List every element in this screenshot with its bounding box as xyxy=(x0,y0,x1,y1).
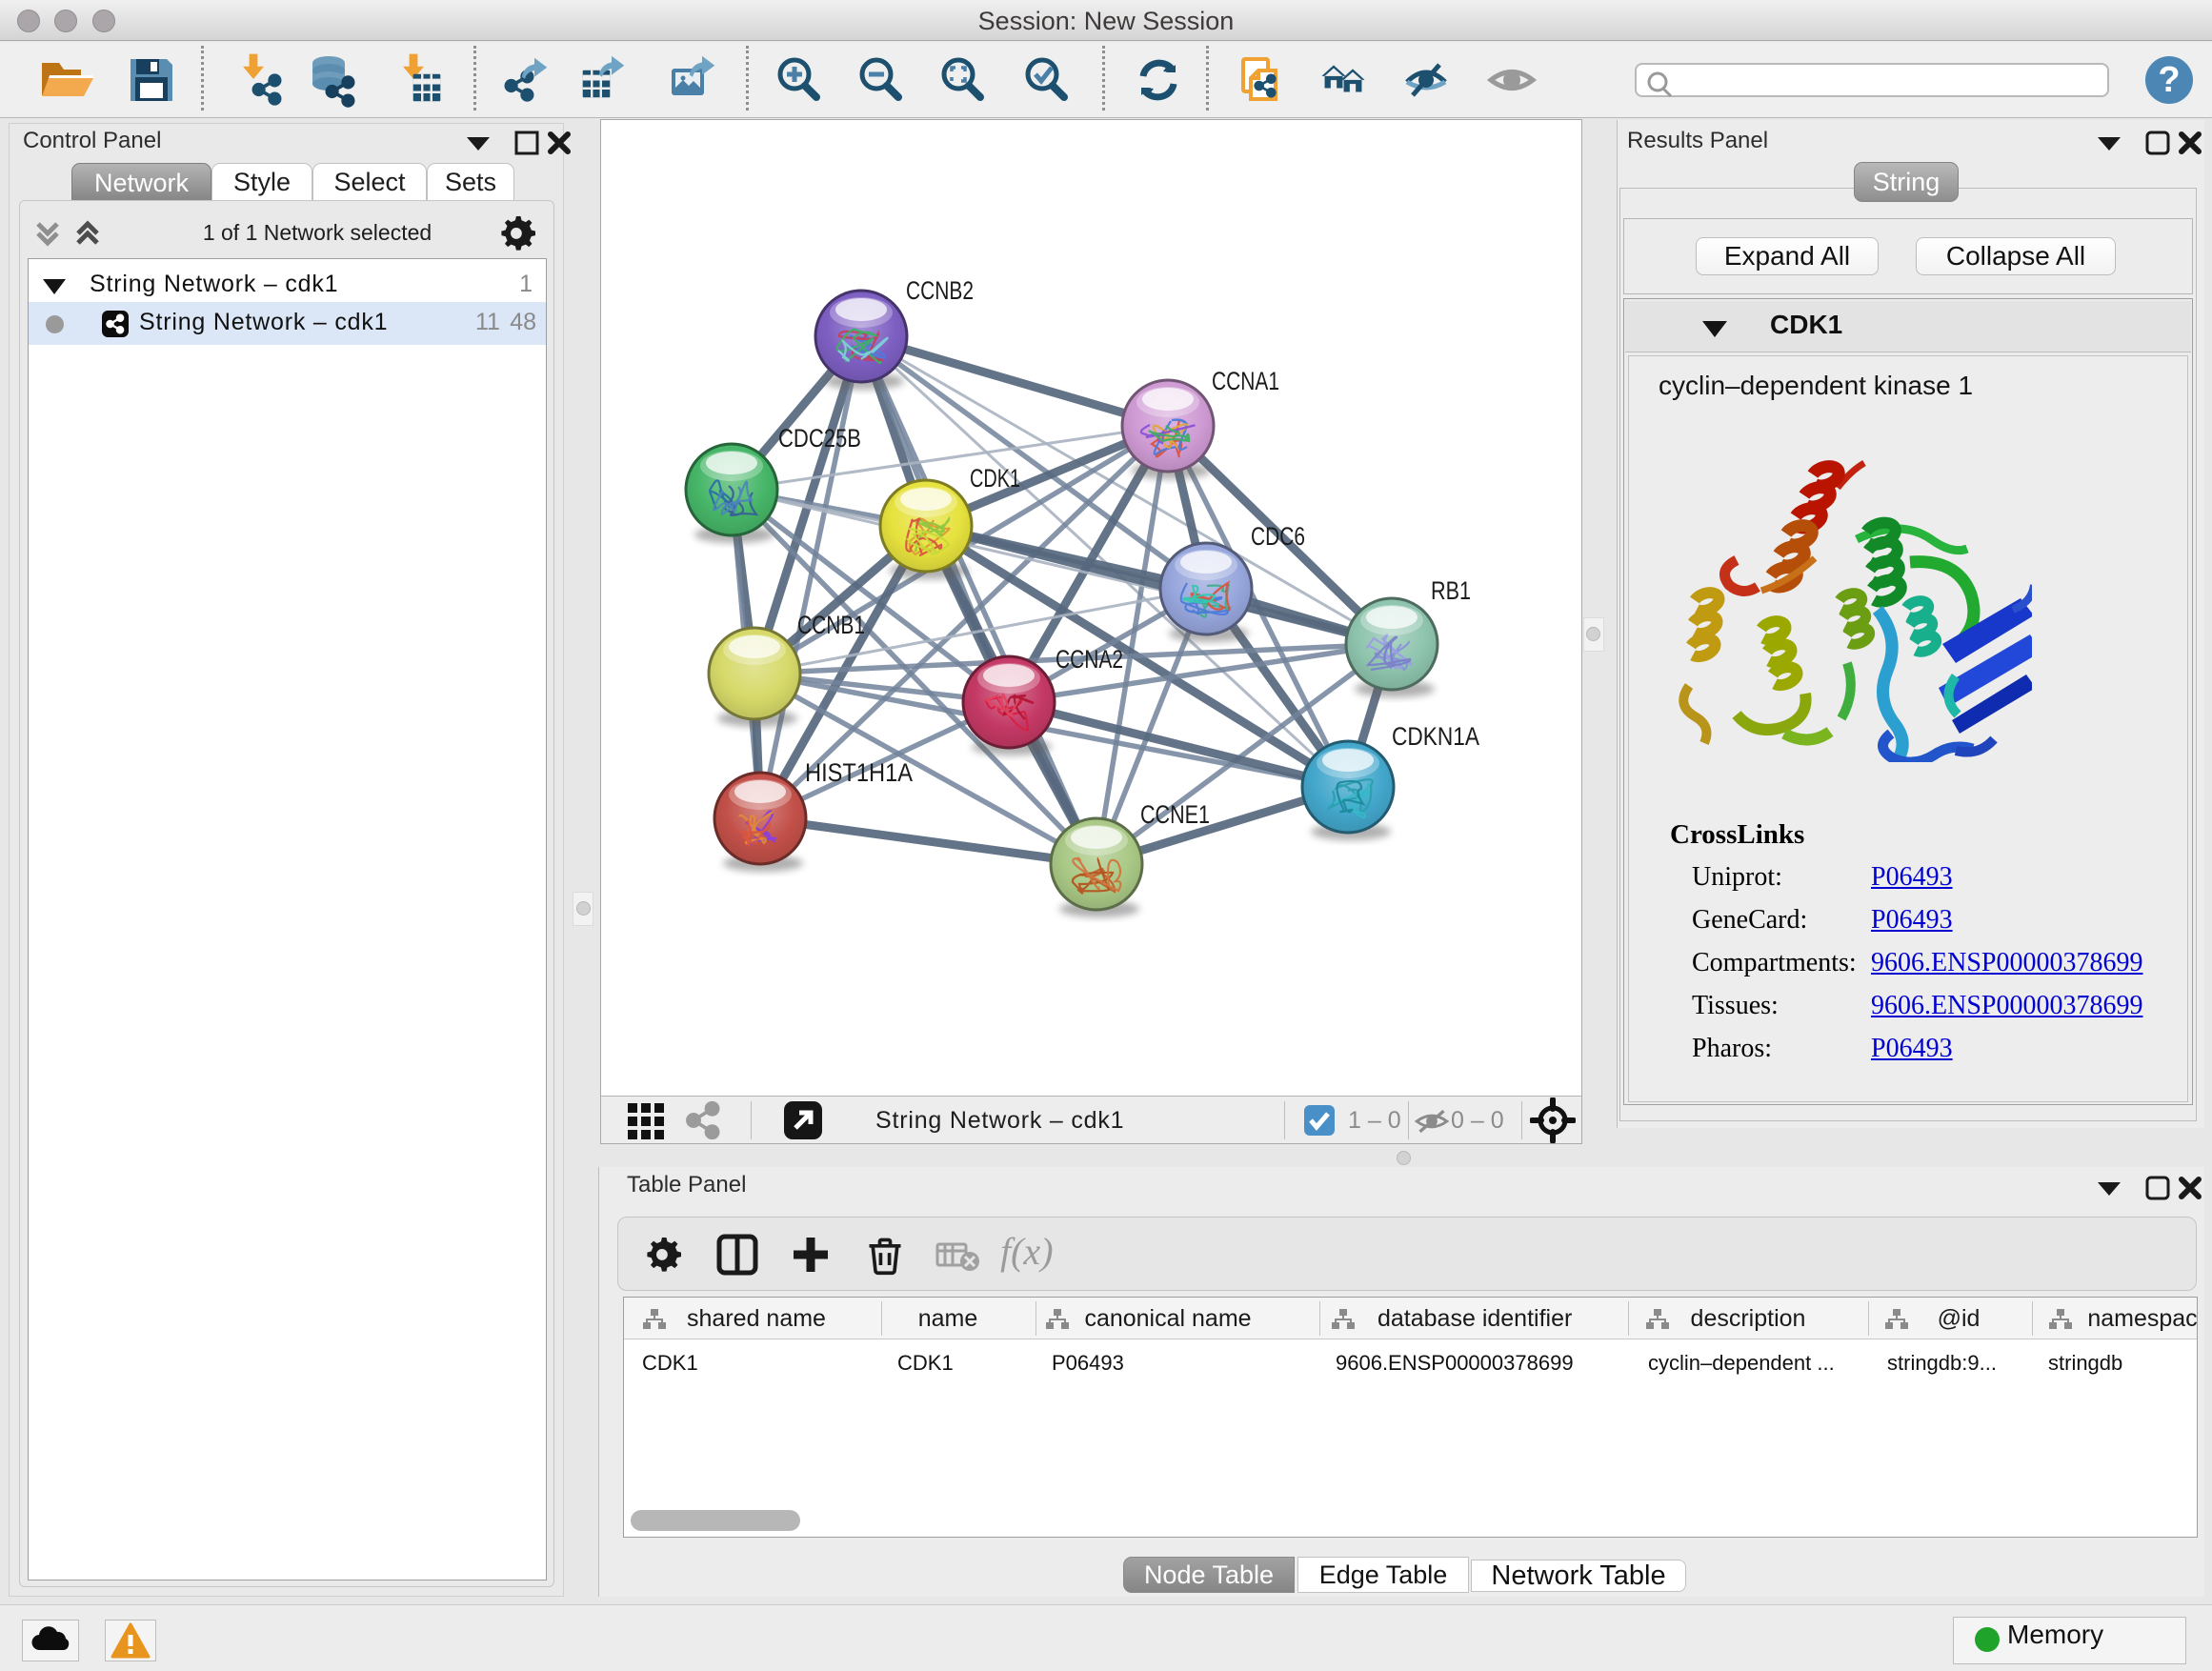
svg-text:CCNE1: CCNE1 xyxy=(1140,800,1210,829)
svg-text:CDC6: CDC6 xyxy=(1251,522,1305,551)
svg-text:CDKN1A: CDKN1A xyxy=(1392,722,1479,751)
svg-text:CDC25B: CDC25B xyxy=(778,424,861,453)
svg-text:HIST1H1A: HIST1H1A xyxy=(805,758,913,787)
svg-text:RB1: RB1 xyxy=(1431,576,1471,605)
svg-text:CCNB2: CCNB2 xyxy=(906,276,974,305)
svg-text:CCNB1: CCNB1 xyxy=(797,611,865,639)
svg-text:CDK1: CDK1 xyxy=(970,464,1020,493)
svg-text:CCNA1: CCNA1 xyxy=(1212,367,1279,395)
svg-text:CCNA2: CCNA2 xyxy=(1056,645,1123,674)
